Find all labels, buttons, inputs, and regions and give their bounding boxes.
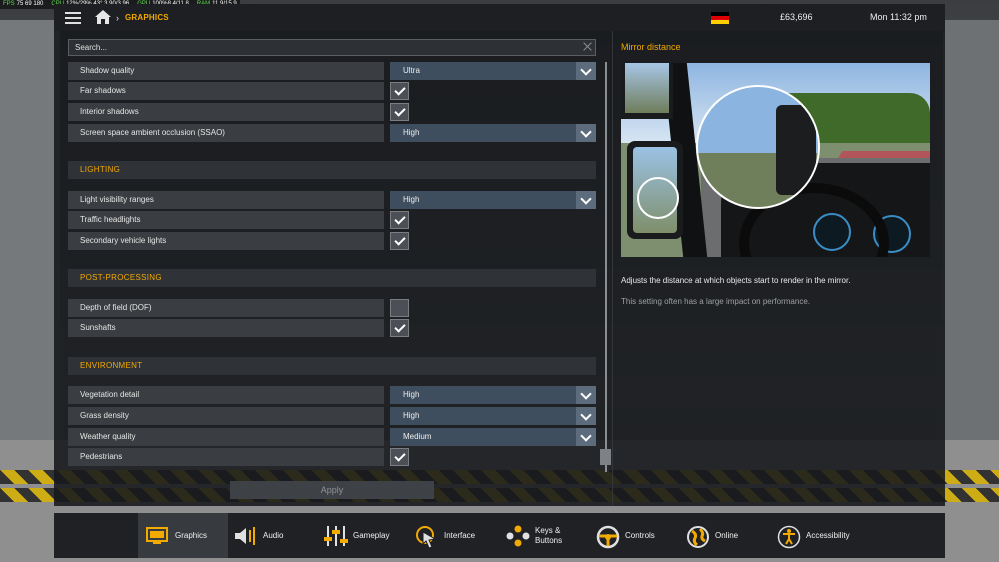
speaker-icon <box>234 525 256 547</box>
checkbox-checked[interactable] <box>390 232 409 250</box>
chevron-down-icon[interactable] <box>576 407 596 425</box>
dropdown-value[interactable]: High <box>390 407 596 425</box>
tab-label: Gameplay <box>353 530 390 540</box>
tab-interface[interactable]: Interface <box>415 513 475 558</box>
accessibility-icon <box>777 525 801 548</box>
setting-secondary-vehicle-lights[interactable]: Secondary vehicle lights <box>68 232 596 250</box>
dropdown-value[interactable]: High <box>390 124 596 142</box>
chevron-down-icon[interactable] <box>576 124 596 142</box>
info-note: This setting often has a large impact on… <box>621 297 810 306</box>
mirror-distance-preview-image <box>621 63 930 257</box>
game-clock: Mon 11:32 pm <box>870 12 927 22</box>
settings-list: Shadow quality Ultra Far shadows Interio… <box>68 62 596 471</box>
tab-graphics[interactable]: Graphics <box>138 513 228 558</box>
section-header-environment: ENVIRONMENT <box>68 357 596 375</box>
tab-gameplay[interactable]: Gameplay <box>324 513 389 558</box>
setting-vegetation-detail[interactable]: Vegetation detail High <box>68 386 596 404</box>
setting-label: Grass density <box>68 407 384 425</box>
setting-weather-quality[interactable]: Weather quality Medium <box>68 428 596 446</box>
checkbox-unchecked[interactable] <box>390 299 409 317</box>
panel-divider <box>612 31 613 506</box>
checkbox-checked[interactable] <box>390 448 409 466</box>
scrollbar-track[interactable] <box>605 62 607 472</box>
setting-far-shadows[interactable]: Far shadows <box>68 82 596 100</box>
chevron-down-icon[interactable] <box>576 191 596 209</box>
apply-button[interactable]: Apply <box>230 481 434 499</box>
setting-label: Light visibility ranges <box>68 191 384 209</box>
setting-label: Traffic headlights <box>68 211 384 229</box>
breadcrumb[interactable]: GRAPHICS <box>125 13 169 22</box>
tab-label: Audio <box>263 530 284 540</box>
tab-online[interactable]: Online <box>686 513 738 558</box>
monitor-icon <box>146 525 168 547</box>
search-input[interactable]: Search... <box>68 39 596 56</box>
tab-accessibility[interactable]: Accessibility <box>777 513 850 558</box>
setting-label: Secondary vehicle lights <box>68 232 384 250</box>
globe-icon <box>686 525 709 548</box>
info-title: Mirror distance <box>621 42 681 52</box>
checkbox-checked[interactable] <box>390 82 409 100</box>
checkbox-checked[interactable] <box>390 211 409 229</box>
steering-wheel-icon <box>596 525 620 548</box>
setting-traffic-headlights[interactable]: Traffic headlights <box>68 211 596 229</box>
fps-readout: FPS 75 69 180 <box>3 1 44 7</box>
tab-controls[interactable]: Controls <box>596 513 655 558</box>
tab-label: Graphics <box>175 530 208 540</box>
cursor-icon <box>415 525 437 549</box>
clear-search-icon[interactable] <box>582 41 594 53</box>
setting-label: Sunshafts <box>68 319 384 337</box>
setting-label: Far shadows <box>68 82 384 100</box>
tab-label: Controls <box>625 530 655 540</box>
background-wall-right <box>943 20 999 440</box>
setting-label: Vegetation detail <box>68 386 384 404</box>
tab-keys-buttons[interactable]: Keys & Buttons <box>506 513 575 558</box>
setting-light-visibility-ranges[interactable]: Light visibility ranges High <box>68 191 596 209</box>
tab-label: Accessibility <box>806 530 850 540</box>
checkbox-checked[interactable] <box>390 319 409 337</box>
tab-audio[interactable]: Audio <box>234 513 283 558</box>
setting-label: Pedestrians <box>68 448 384 466</box>
top-bar: › GRAPHICS £63,696 Mon 11:32 pm <box>54 4 945 31</box>
breadcrumb-chevron-icon: › <box>116 12 119 23</box>
setting-sunshafts[interactable]: Sunshafts <box>68 319 596 337</box>
section-header-lighting: LIGHTING <box>68 161 596 179</box>
tab-label: Keys & Buttons <box>535 525 563 545</box>
scrollbar-thumb[interactable] <box>600 449 611 465</box>
chevron-down-icon[interactable] <box>576 428 596 446</box>
background-wall-left <box>0 20 60 440</box>
setting-ssao[interactable]: Screen space ambient occlusion (SSAO) Hi… <box>68 124 596 142</box>
setting-depth-of-field[interactable]: Depth of field (DOF) <box>68 299 596 317</box>
setting-pedestrians[interactable]: Pedestrians <box>68 448 596 466</box>
tab-label: Online <box>715 530 739 540</box>
money-balance: £63,696 <box>780 12 813 22</box>
setting-grass-density[interactable]: Grass density High <box>68 407 596 425</box>
dropdown-value[interactable]: High <box>390 386 596 404</box>
home-icon[interactable] <box>92 4 114 31</box>
setting-label: Interior shadows <box>68 103 384 121</box>
tab-label: Interface <box>444 530 476 540</box>
setting-label: Screen space ambient occlusion (SSAO) <box>68 124 384 142</box>
settings-tab-bar: Graphics Audio Gameplay Interface Keys &… <box>54 513 945 558</box>
flag-germany-icon <box>711 12 729 24</box>
setting-label: Depth of field (DOF) <box>68 299 384 317</box>
setting-label: Shadow quality <box>68 62 384 80</box>
dropdown-value[interactable]: Ultra <box>390 62 596 80</box>
setting-shadow-quality[interactable]: Shadow quality Ultra <box>68 62 596 80</box>
setting-interior-shadows[interactable]: Interior shadows <box>68 103 596 121</box>
keys-icon <box>506 525 530 547</box>
sliders-icon <box>324 525 348 547</box>
section-header-post-processing: POST-PROCESSING <box>68 269 596 287</box>
settings-panel: Search... Shadow quality Ultra Far shado… <box>54 31 945 506</box>
chevron-down-icon[interactable] <box>576 62 596 80</box>
checkbox-checked[interactable] <box>390 103 409 121</box>
chevron-down-icon[interactable] <box>576 386 596 404</box>
dropdown-value[interactable]: High <box>390 191 596 209</box>
dropdown-value[interactable]: Medium <box>390 428 596 446</box>
setting-label: Weather quality <box>68 428 384 446</box>
hamburger-menu-icon[interactable] <box>60 4 86 31</box>
info-description: Adjusts the distance at which objects st… <box>621 276 851 285</box>
